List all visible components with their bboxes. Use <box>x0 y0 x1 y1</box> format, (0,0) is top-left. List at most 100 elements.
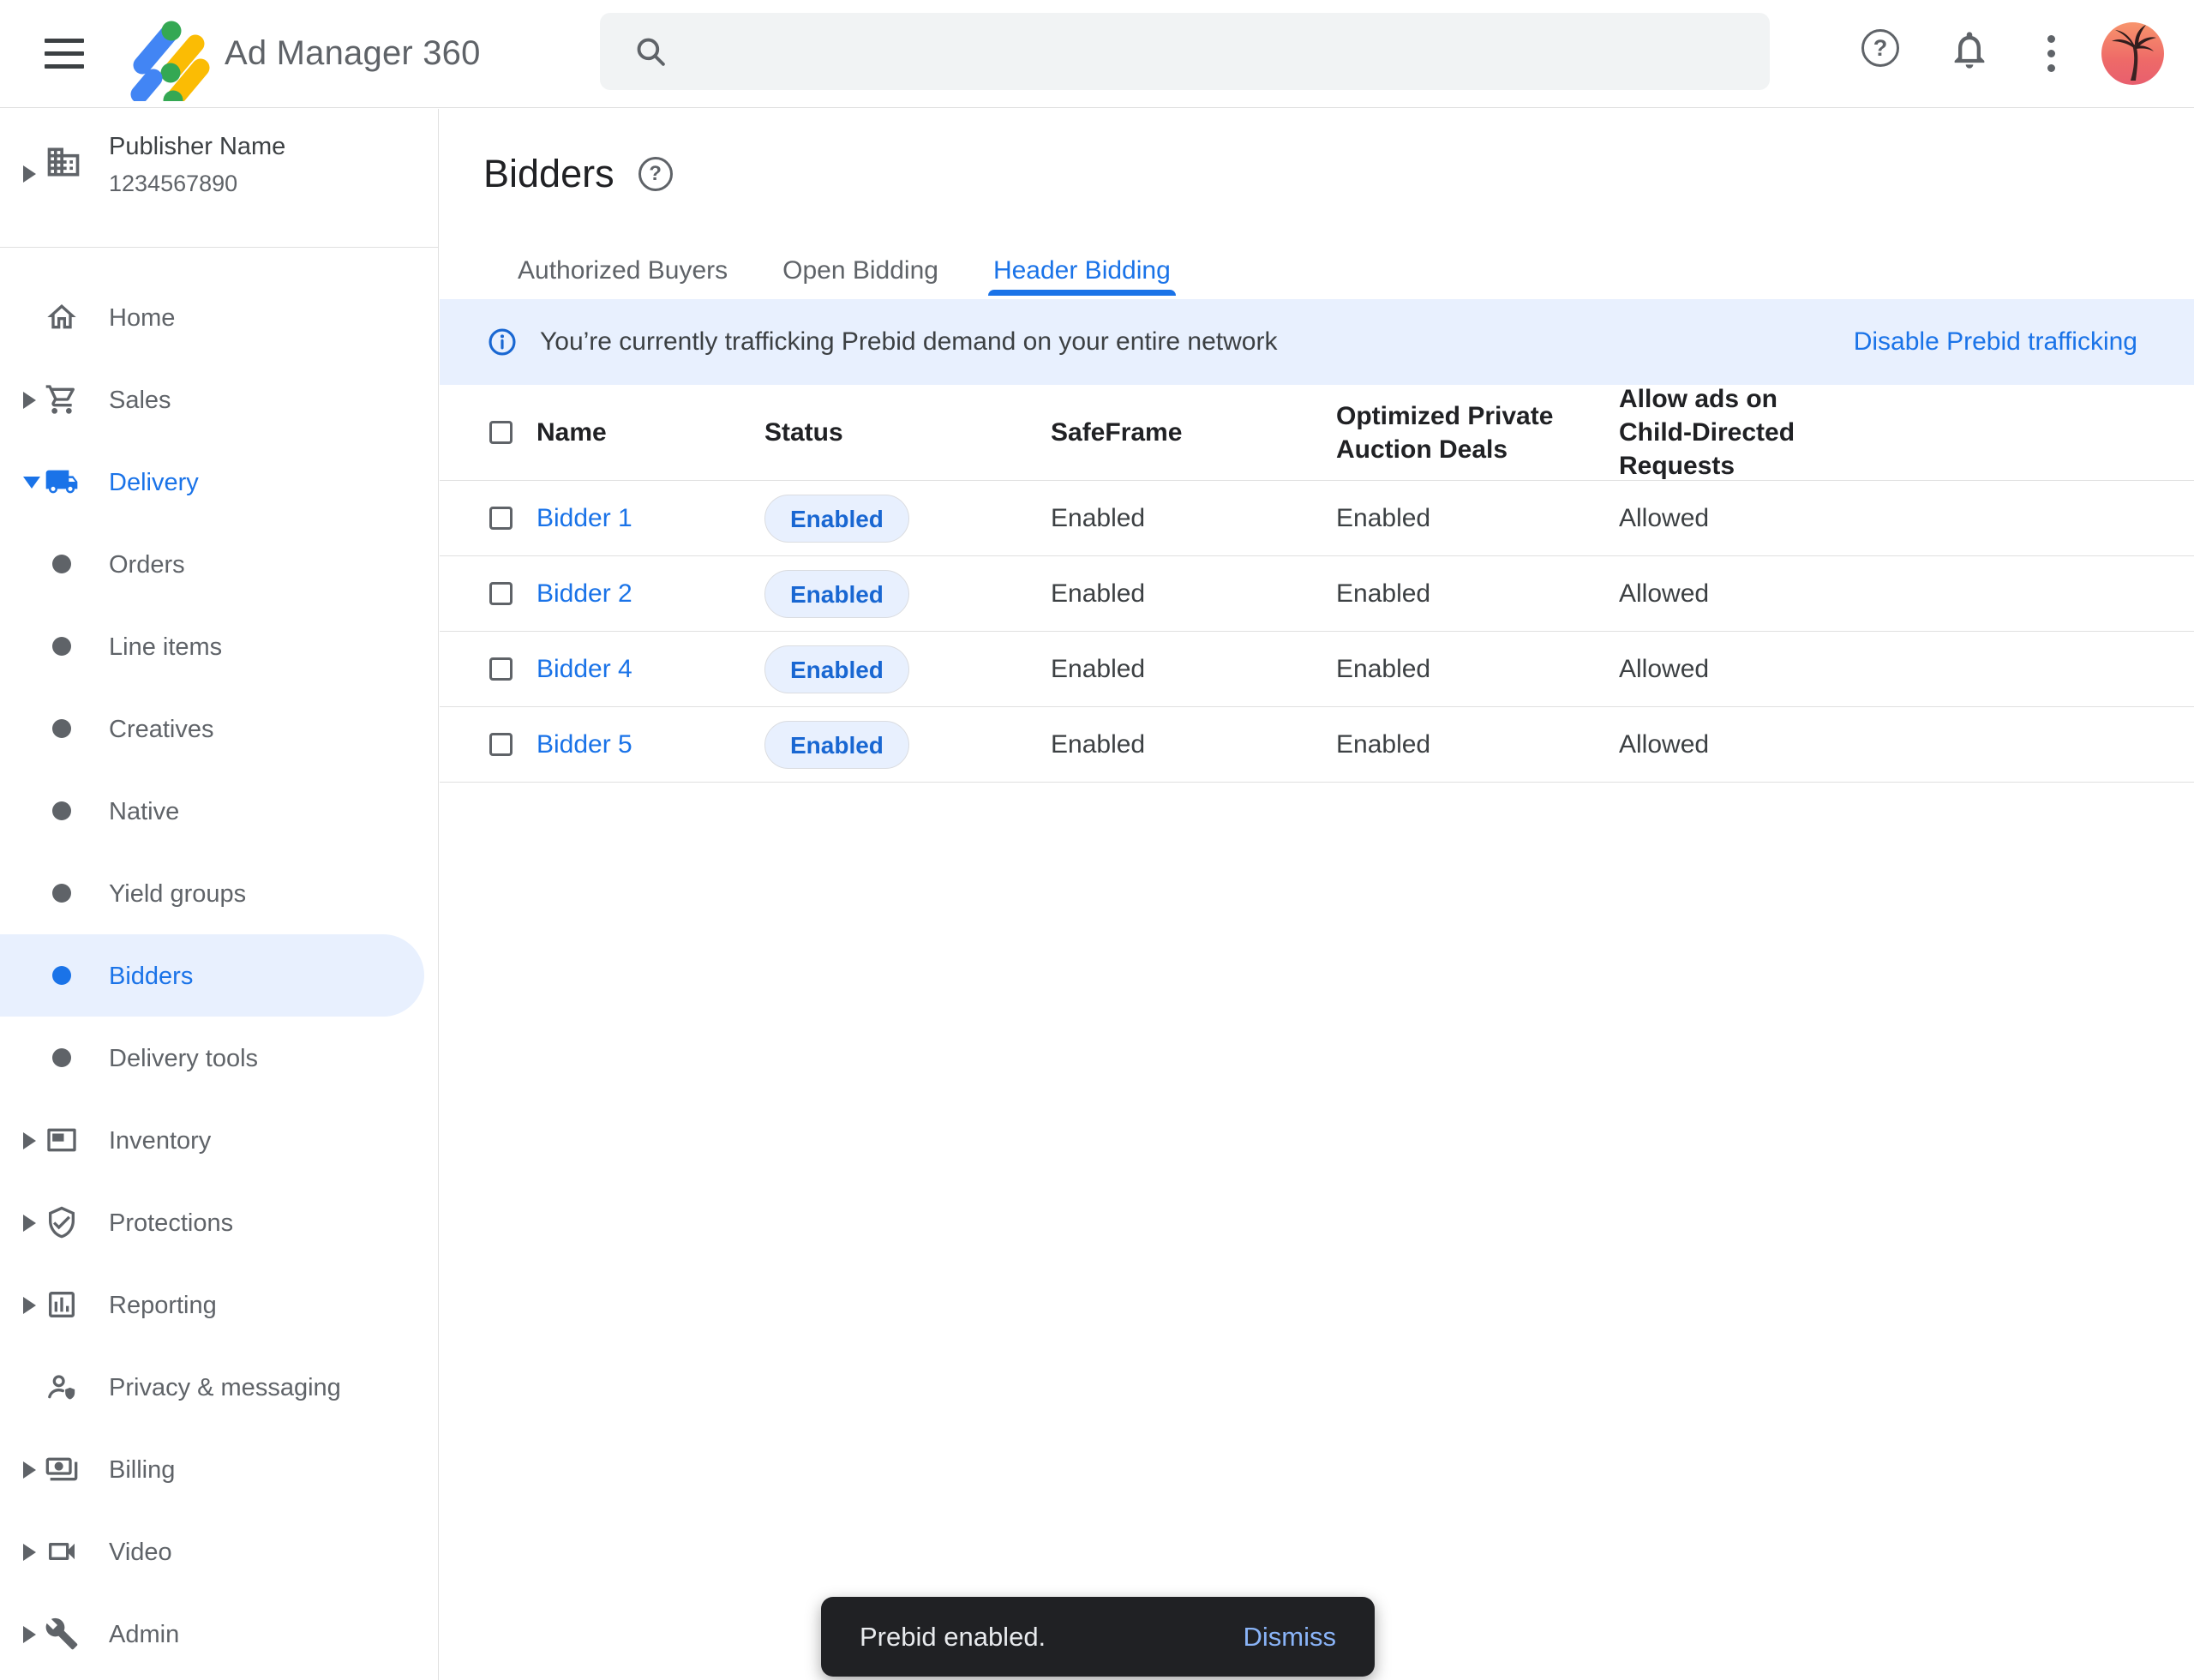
page-title: Bidders <box>483 152 614 196</box>
search-icon <box>632 33 668 69</box>
sidebar-item-protections[interactable]: Protections <box>0 1181 438 1263</box>
bullet-icon <box>52 884 71 903</box>
sidebar-item-delivery-tools[interactable]: Delivery tools <box>0 1017 438 1099</box>
info-icon <box>487 327 518 357</box>
help-icon: ? <box>1861 29 1899 67</box>
sidebar-item-privacy-messaging[interactable]: Privacy & messaging <box>0 1346 438 1428</box>
bullet-icon <box>52 719 71 738</box>
row-checkbox[interactable] <box>489 657 513 681</box>
row-checkbox[interactable] <box>489 733 513 756</box>
table-row: Bidder 1 Enabled Enabled Enabled Allowed <box>440 481 2194 556</box>
table-row: Bidder 5 Enabled Enabled Enabled Allowed <box>440 707 2194 783</box>
shield-check-icon <box>45 1205 79 1239</box>
safeframe-value: Enabled <box>1051 730 1336 759</box>
more-vert-icon <box>2047 35 2055 43</box>
table-row: Bidder 4 Enabled Enabled Enabled Allowed <box>440 632 2194 707</box>
truck-icon <box>45 465 79 499</box>
tab-open-bidding[interactable]: Open Bidding <box>782 249 938 292</box>
opad-value: Enabled <box>1336 504 1619 533</box>
chevron-right-icon <box>23 1297 36 1314</box>
banner-message: You’re currently trafficking Prebid dema… <box>540 327 1277 357</box>
safeframe-value: Enabled <box>1051 655 1336 684</box>
search-input[interactable] <box>668 13 1770 90</box>
sidebar-item-billing[interactable]: Billing <box>0 1428 438 1510</box>
sidebar-item-admin[interactable]: Admin <box>0 1593 438 1675</box>
main-content: Bidders ? Authorized Buyers Open Bidding… <box>440 109 2194 1680</box>
disable-prebid-trafficking-button[interactable]: Disable Prebid trafficking <box>1854 327 2137 357</box>
sidebar-item-bidders[interactable]: Bidders <box>0 934 424 1017</box>
child-directed-value: Allowed <box>1619 504 2194 533</box>
bullet-icon <box>52 801 71 820</box>
chevron-right-icon <box>23 1461 36 1479</box>
toast-notification: Prebid enabled. Dismiss <box>821 1597 1375 1677</box>
publisher-selector[interactable]: Publisher Name 1234567890 <box>0 109 438 248</box>
bullet-icon <box>52 1048 71 1067</box>
child-directed-value: Allowed <box>1619 579 2194 609</box>
row-checkbox[interactable] <box>489 507 513 530</box>
videocam-icon <box>45 1534 79 1569</box>
bidder-link[interactable]: Bidder 2 <box>537 579 632 608</box>
product-title: Ad Manager 360 <box>225 34 481 73</box>
sidebar-nav: Home Sales Delivery Orders <box>0 248 438 1675</box>
table-header-row: Name Status SafeFrame Optimized Private … <box>440 385 2194 481</box>
help-icon: ? <box>638 157 673 191</box>
ad-manager-app: Ad Manager 360 ? <box>0 0 2194 1680</box>
cart-icon <box>45 382 79 417</box>
bidder-link[interactable]: Bidder 5 <box>537 730 632 759</box>
notifications-button[interactable] <box>1947 27 1992 75</box>
bullet-icon <box>52 966 71 985</box>
publisher-id: 1234567890 <box>109 171 237 197</box>
page-help-button[interactable]: ? <box>638 157 673 191</box>
ad-unit-icon <box>45 1123 79 1157</box>
sidebar-item-sales[interactable]: Sales <box>0 358 438 441</box>
wrench-icon <box>45 1617 79 1651</box>
sidebar-item-orders[interactable]: Orders <box>0 523 438 605</box>
child-directed-value: Allowed <box>1619 730 2194 759</box>
app-bar: Ad Manager 360 ? <box>0 0 2194 108</box>
home-icon <box>45 300 79 334</box>
publisher-name: Publisher Name <box>109 133 285 161</box>
opad-value: Enabled <box>1336 579 1619 609</box>
row-checkbox[interactable] <box>489 582 513 605</box>
bidder-link[interactable]: Bidder 1 <box>537 504 632 532</box>
search-bar[interactable] <box>600 13 1770 90</box>
bar-chart-icon <box>45 1287 79 1322</box>
opad-value: Enabled <box>1336 655 1619 684</box>
building-icon <box>45 143 82 181</box>
tab-header-bidding[interactable]: Header Bidding <box>993 249 1171 292</box>
column-header-name: Name <box>537 416 764 449</box>
sidebar-item-video[interactable]: Video <box>0 1510 438 1593</box>
sidebar-item-reporting[interactable]: Reporting <box>0 1263 438 1346</box>
column-header-safeframe: SafeFrame <box>1051 416 1336 449</box>
sidebar: Publisher Name 1234567890 Home Sales <box>0 109 439 1680</box>
column-header-status: Status <box>764 416 1051 449</box>
sidebar-item-home[interactable]: Home <box>0 276 438 358</box>
sidebar-item-native[interactable]: Native <box>0 770 438 852</box>
chevron-down-icon <box>23 477 40 489</box>
more-options-button[interactable] <box>2038 29 2064 77</box>
palm-tree-avatar-image <box>2101 22 2164 85</box>
chevron-right-icon <box>23 392 36 409</box>
sidebar-item-inventory[interactable]: Inventory <box>0 1099 438 1181</box>
status-badge: Enabled <box>764 645 909 693</box>
safeframe-value: Enabled <box>1051 579 1336 609</box>
bullet-icon <box>52 555 71 573</box>
sidebar-item-yield-groups[interactable]: Yield groups <box>0 852 438 934</box>
chevron-right-icon <box>23 1215 36 1232</box>
chevron-right-icon <box>23 165 36 183</box>
bidder-link[interactable]: Bidder 4 <box>537 655 632 683</box>
column-header-opad: Optimized Private Auction Deals <box>1336 399 1555 466</box>
opad-value: Enabled <box>1336 730 1619 759</box>
hamburger-menu-icon[interactable] <box>45 39 84 69</box>
sidebar-item-creatives[interactable]: Creatives <box>0 687 438 770</box>
sidebar-item-delivery[interactable]: Delivery <box>0 441 438 523</box>
sidebar-item-line-items[interactable]: Line items <box>0 605 438 687</box>
chevron-right-icon <box>23 1544 36 1561</box>
person-shield-icon <box>45 1370 79 1404</box>
help-button[interactable]: ? <box>1861 29 1899 67</box>
select-all-checkbox[interactable] <box>489 421 513 444</box>
tab-authorized-buyers[interactable]: Authorized Buyers <box>518 249 728 292</box>
bullet-icon <box>52 637 71 656</box>
toast-dismiss-button[interactable]: Dismiss <box>1244 1622 1337 1653</box>
account-avatar[interactable] <box>2101 22 2164 85</box>
